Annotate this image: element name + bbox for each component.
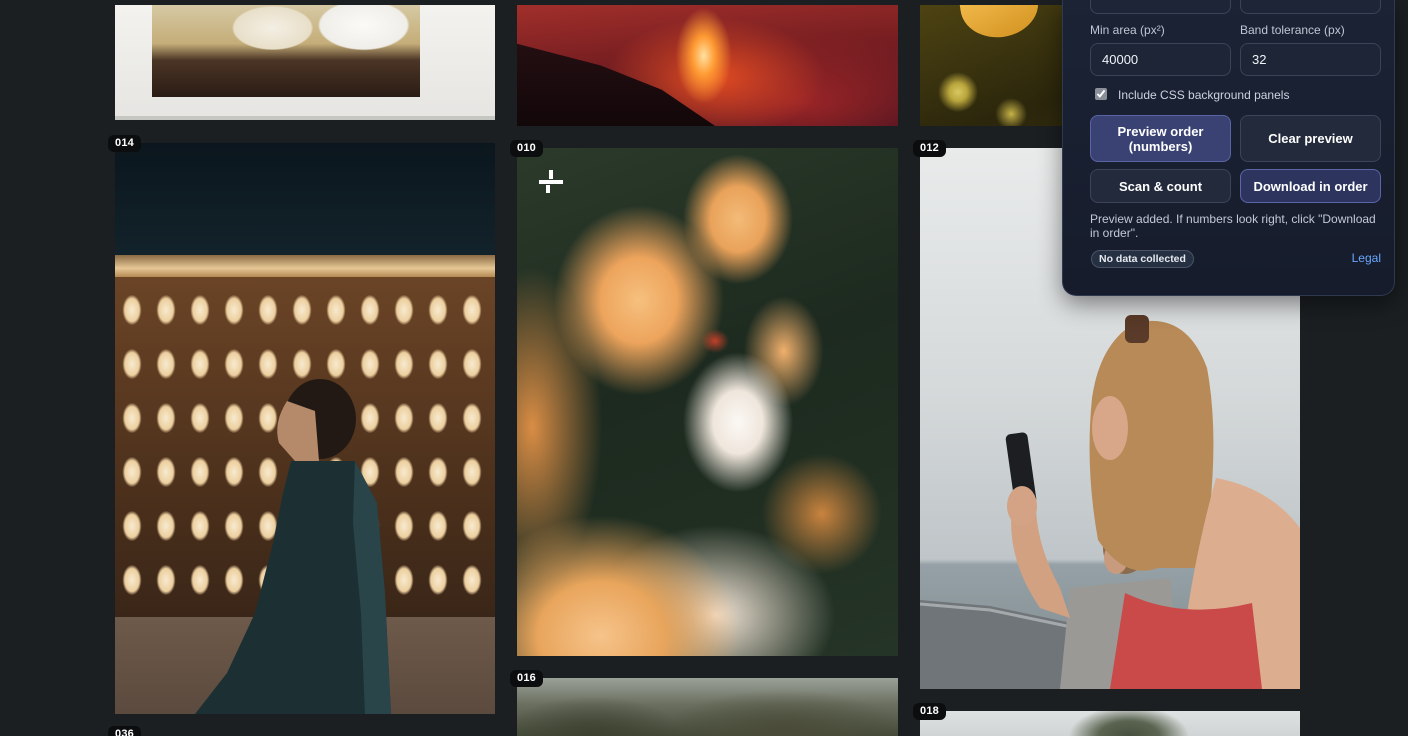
leaf-shape — [959, 5, 1043, 43]
plus-logo-icon — [539, 170, 563, 193]
order-badge: 018 — [913, 703, 946, 720]
include-css-bg-label[interactable]: Include CSS background panels — [1118, 88, 1289, 102]
mountain-slope — [517, 43, 716, 126]
order-badge: 016 — [510, 670, 543, 687]
gallery-page: 014 036 010 016 012 018 Min area (px²) B… — [0, 0, 1408, 736]
hand-shape — [1007, 486, 1037, 526]
photo-tile-sky-tree[interactable] — [920, 711, 1300, 736]
download-in-order-button[interactable]: Download in order — [1240, 169, 1381, 203]
person-layer — [195, 379, 391, 714]
gallery-column-1: 014 036 — [108, 0, 495, 736]
polaroid-print — [152, 5, 420, 97]
min-area-label: Min area (px²) — [1090, 23, 1165, 37]
scan-count-button[interactable]: Scan & count — [1090, 169, 1231, 203]
band-tolerance-input[interactable] — [1240, 43, 1381, 76]
photo-tile-polaroid[interactable] — [115, 5, 495, 120]
band-tolerance-label: Band tolerance (px) — [1240, 23, 1345, 37]
min-area-input[interactable] — [1090, 43, 1231, 76]
red-top-shape — [1110, 593, 1262, 689]
order-badge: 014 — [108, 135, 141, 152]
order-badge: 012 — [913, 140, 946, 157]
include-css-bg-checkbox[interactable] — [1095, 88, 1107, 100]
cropped-input-right[interactable] — [1240, 0, 1381, 14]
preview-order-button[interactable]: Preview order (numbers) — [1090, 115, 1231, 162]
face-shape — [1092, 396, 1128, 460]
photo-tile-iris[interactable] — [517, 148, 898, 656]
gallery-column-2: 010 016 — [510, 0, 898, 736]
cropped-input-left[interactable] — [1090, 0, 1231, 14]
hair-clip — [1125, 315, 1149, 343]
status-message: Preview added. If numbers look right, cl… — [1090, 212, 1376, 240]
photo-tile-volcano[interactable] — [517, 5, 898, 126]
order-badge: 010 — [510, 140, 543, 157]
legal-link[interactable]: Legal — [1352, 251, 1381, 265]
plus-logo-shape — [539, 170, 563, 193]
order-badge: 036 — [108, 726, 141, 736]
photo-tile-trees[interactable] — [517, 678, 898, 736]
ordering-panel: Min area (px²) Band tolerance (px) Inclu… — [1062, 0, 1395, 296]
privacy-badge: No data collected — [1091, 250, 1194, 268]
photo-tile-man-lanterns[interactable] — [115, 143, 495, 714]
clear-preview-button[interactable]: Clear preview — [1240, 115, 1381, 162]
